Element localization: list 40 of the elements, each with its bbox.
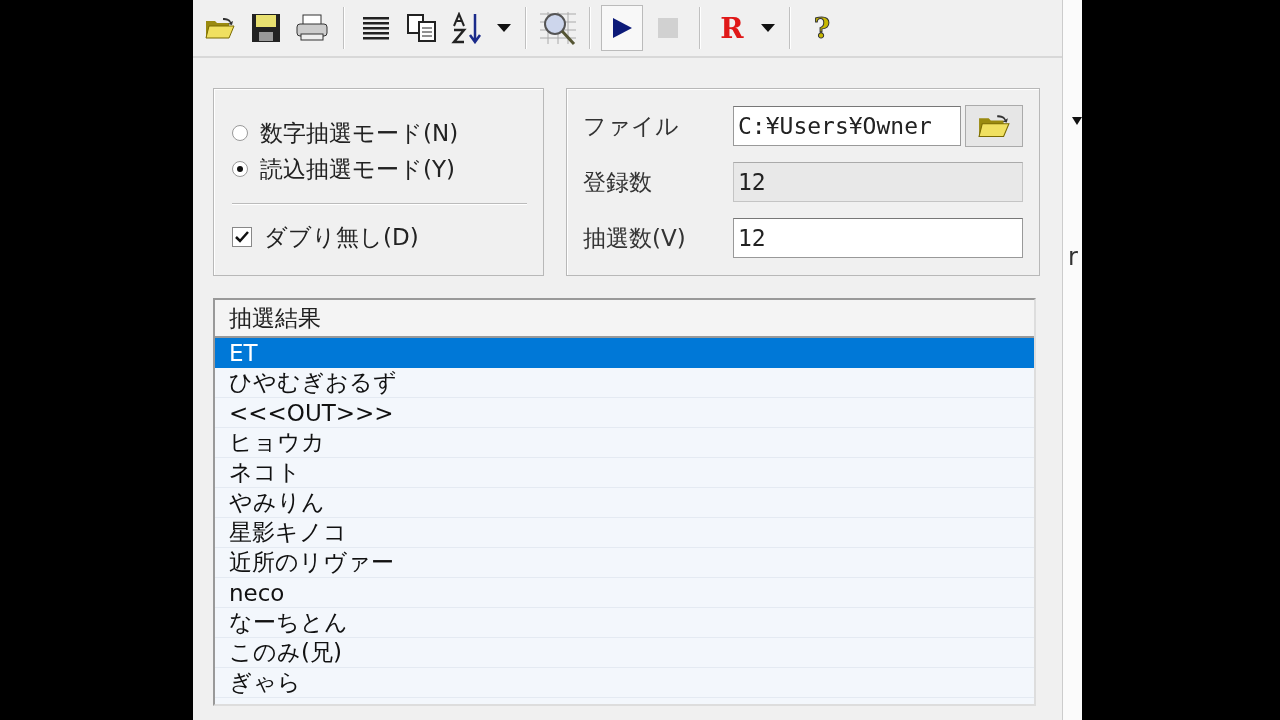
field-label: 抽選数(V) (583, 223, 687, 253)
list-item[interactable]: ひやむぎおるず (215, 368, 1034, 398)
column-header[interactable]: 抽選結果 (215, 300, 1034, 338)
folder-icon (205, 16, 235, 40)
checkbox-label: ダブり無し(D) (264, 222, 419, 252)
input-field[interactable]: 12 (733, 218, 1023, 258)
list-item[interactable]: 近所のリヴァー (215, 548, 1034, 578)
list-item[interactable]: やみりん (215, 488, 1034, 518)
radio-label: 読込抽選モード(Y) (260, 154, 455, 184)
caret-icon (497, 24, 511, 32)
toolbar-button[interactable]: R (711, 5, 753, 51)
caret-icon (761, 24, 775, 32)
copy-icon (407, 14, 437, 42)
stop-icon (657, 17, 679, 39)
field-label: ファイル (583, 111, 680, 141)
list-item[interactable]: 星影キノコ (215, 518, 1034, 548)
input-field[interactable]: C:¥Users¥Owner (733, 106, 961, 146)
folder-icon (978, 113, 1010, 139)
radio-button[interactable] (232, 161, 248, 177)
browse-button[interactable] (965, 105, 1023, 147)
play-button[interactable] (601, 5, 643, 51)
side-text: r (1068, 243, 1079, 271)
radio-button[interactable] (232, 125, 248, 141)
play-icon (610, 16, 634, 40)
magnifier-grid-icon (538, 10, 578, 46)
radio-label: 数字抽選モード(N) (260, 118, 459, 148)
list-item[interactable]: ET (215, 338, 1034, 368)
list-item[interactable]: なーちとん (215, 608, 1034, 638)
list-item[interactable]: ネコト (215, 458, 1034, 488)
list-item[interactable]: <<<OUT>>> (215, 398, 1034, 428)
save-icon (251, 13, 281, 43)
list-item[interactable]: ぎゃら (215, 668, 1034, 698)
field-label: 登録数 (583, 167, 653, 197)
list-item[interactable]: ヒョウカ (215, 428, 1034, 458)
caret-icon (1072, 117, 1082, 125)
list-icon (362, 15, 390, 41)
list-item[interactable]: neco (215, 578, 1034, 608)
list-item[interactable]: このみ(兄) (215, 638, 1034, 668)
printer-icon (296, 14, 328, 42)
checkbox[interactable] (232, 227, 252, 247)
